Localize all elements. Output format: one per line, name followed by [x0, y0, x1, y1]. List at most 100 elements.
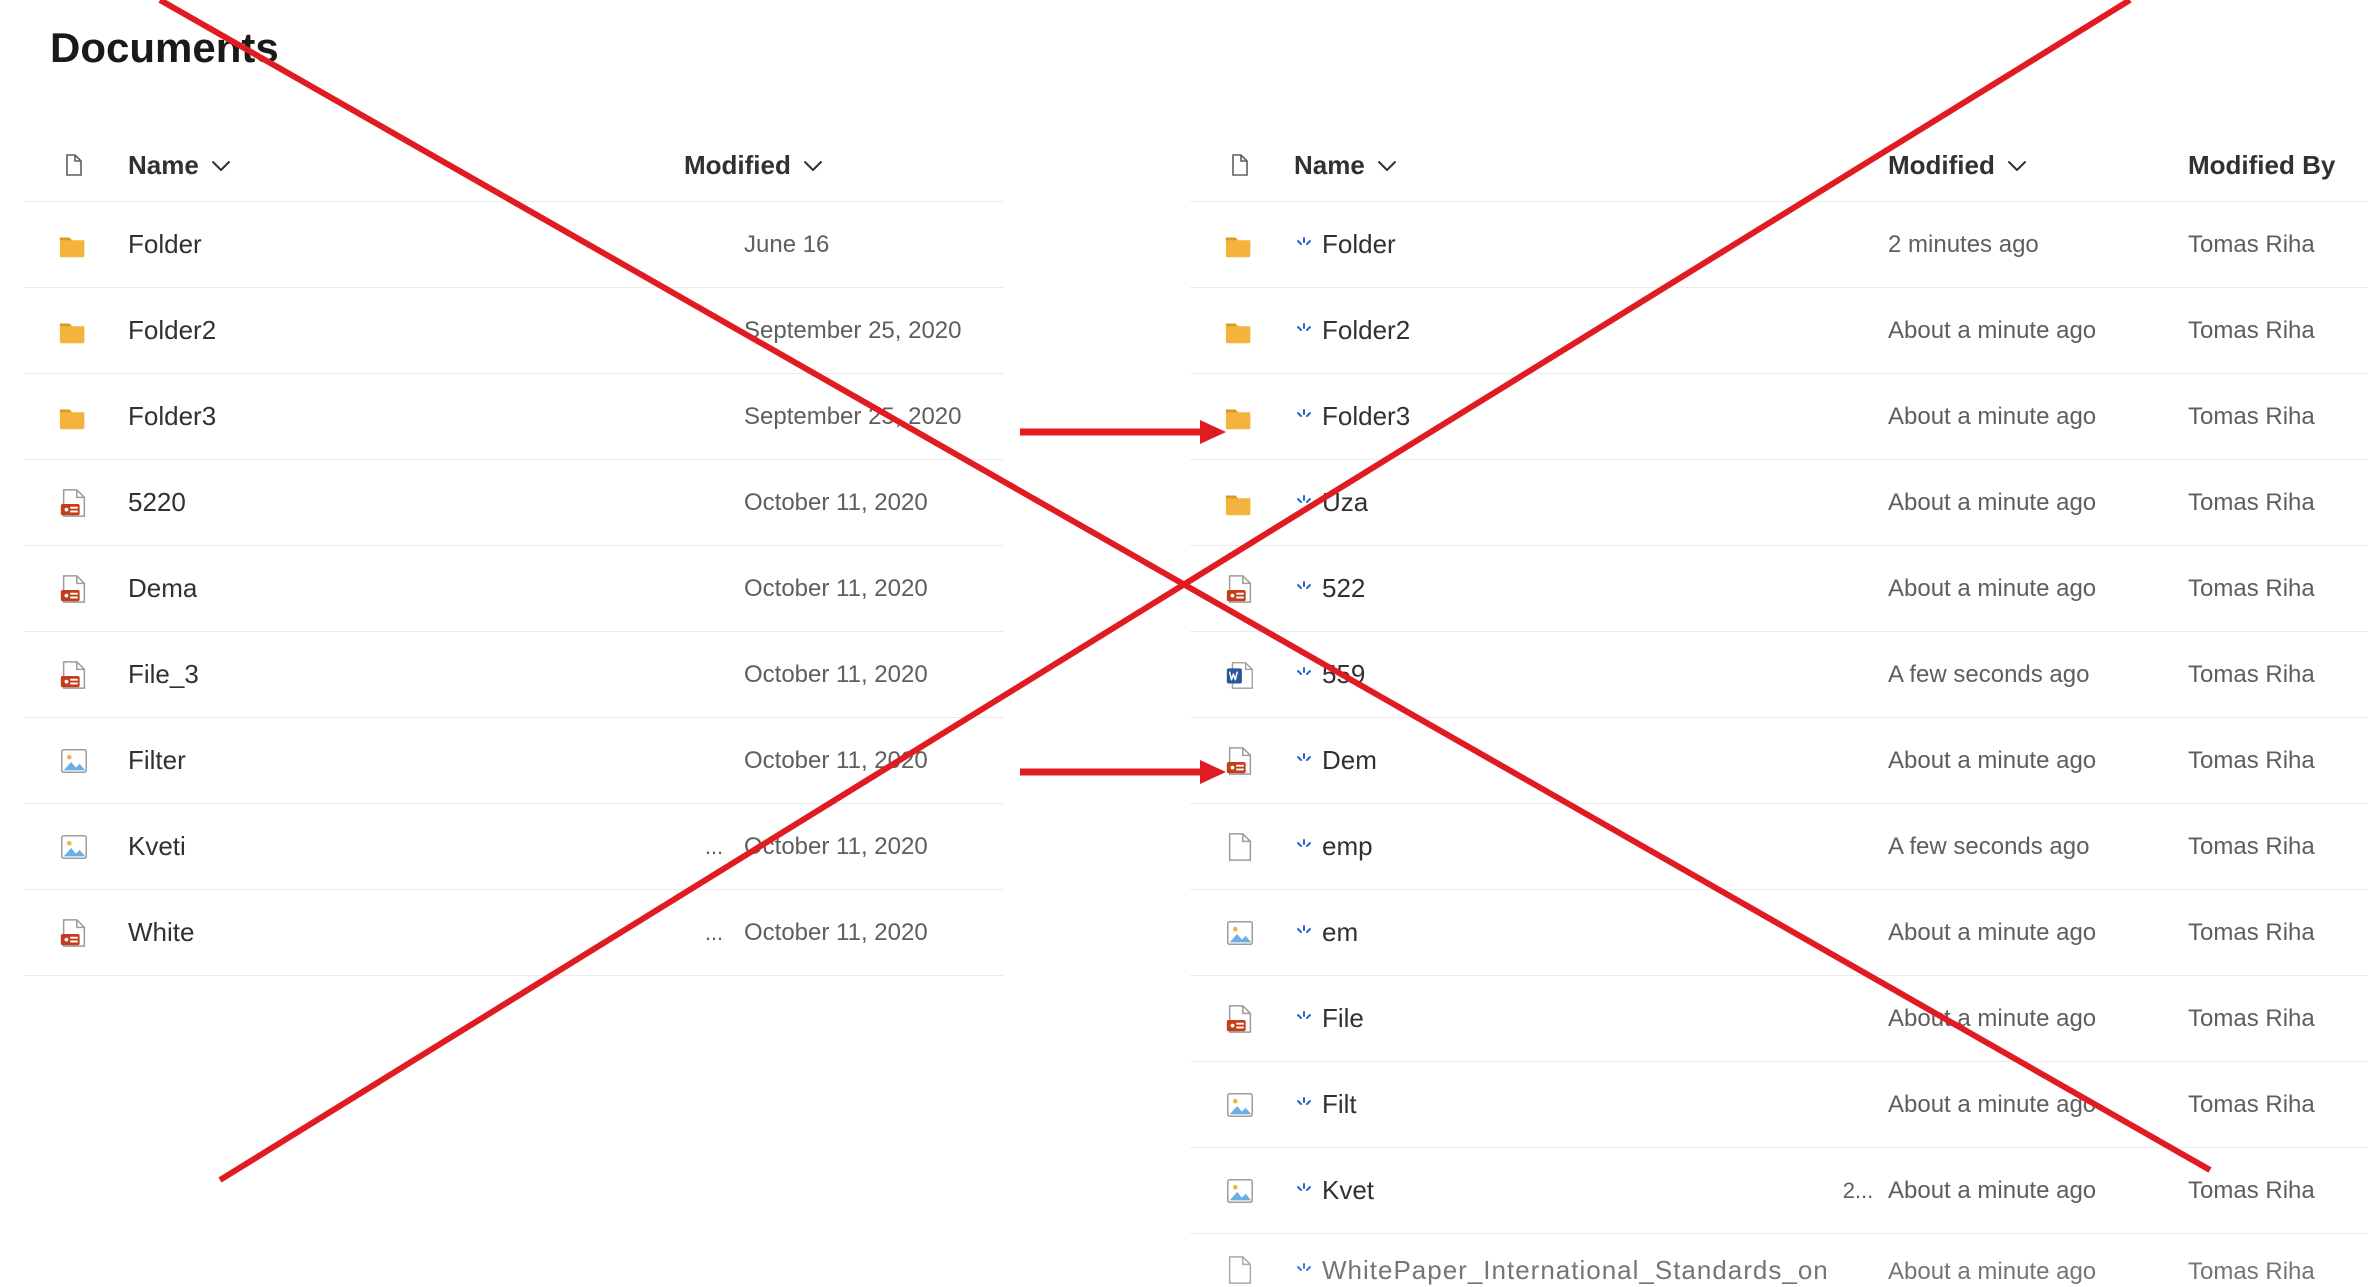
cell-modified-by: Tomas Riha: [2188, 489, 2368, 517]
file-name: Folder3: [1322, 401, 1410, 432]
table-row[interactable]: WhitePaper_International_Standards_on Abo…: [1190, 1234, 2368, 1286]
image-icon: [1190, 917, 1290, 949]
table-row[interactable]: FolderJune 16: [24, 202, 1004, 288]
cell-modified: A few seconds ago: [1888, 833, 2188, 861]
cell-name[interactable]: File_3: [124, 659, 684, 690]
cell-name[interactable]: White: [124, 917, 684, 948]
table-row[interactable]: FileAbout a minute agoTomas Riha: [1190, 976, 2368, 1062]
cell-modified-by: Tomas Riha: [2188, 833, 2368, 861]
image-icon: [1190, 1175, 1290, 1207]
table-row[interactable]: Folder2 About a minute agoTomas Riha: [1190, 288, 2368, 374]
file-type-icon: [1224, 150, 1256, 182]
loading-icon: [1294, 924, 1314, 942]
loading-icon: [1294, 1010, 1314, 1028]
column-header-type[interactable]: [1190, 150, 1290, 182]
file-type-icon: [58, 150, 90, 182]
table-header: Name Modified Modified By: [1190, 130, 2368, 202]
file-name: em: [1322, 917, 1358, 948]
cell-modified-by: Tomas Riha: [2188, 317, 2368, 345]
cell-modified: About a minute ago: [1888, 1005, 2188, 1033]
cell-name[interactable]: Filter: [124, 745, 684, 776]
cell-name[interactable]: Folder: [1290, 229, 1828, 260]
column-header-modified-by[interactable]: Modified By: [2188, 150, 2368, 181]
column-label: Modified: [1888, 150, 1995, 181]
cell-name[interactable]: Folder: [124, 229, 684, 260]
table-row[interactable]: Kvet2...About a minute agoTomas Riha: [1190, 1148, 2368, 1234]
cell-modified: About a minute ago: [1888, 489, 2188, 517]
table-row[interactable]: FiltAbout a minute agoTomas Riha: [1190, 1062, 2368, 1148]
cell-name[interactable]: Folder2: [124, 315, 684, 346]
cell-name[interactable]: Uza: [1290, 487, 1828, 518]
column-header-name[interactable]: Name: [1290, 150, 1888, 181]
column-header-modified[interactable]: Modified: [1888, 150, 2188, 181]
table-row[interactable]: Folder3September 25, 2020: [24, 374, 1004, 460]
file-name: emp: [1322, 831, 1373, 862]
table-row[interactable]: emp A few seconds agoTomas Riha: [1190, 804, 2368, 890]
table-row[interactable]: 522About a minute agoTomas Riha: [1190, 546, 2368, 632]
table-row[interactable]: Folder2 September 25, 2020: [24, 288, 1004, 374]
cell-name[interactable]: Filt: [1290, 1089, 1828, 1120]
cell-name[interactable]: 559: [1290, 659, 1828, 690]
table-row[interactable]: Folder3About a minute agoTomas Riha: [1190, 374, 2368, 460]
loading-icon: [1294, 494, 1314, 512]
table-row[interactable]: Kveti...October 11, 2020: [24, 804, 1004, 890]
table-row[interactable]: Folder2 minutes agoTomas Riha: [1190, 202, 2368, 288]
cell-name[interactable]: Folder2: [1290, 315, 1828, 346]
cell-modified: September 25, 2020: [744, 317, 1004, 345]
folder-icon: [24, 315, 124, 347]
cell-modified: About a minute ago: [1888, 1258, 2188, 1286]
loading-icon: [1294, 322, 1314, 340]
cell-name[interactable]: 522: [1290, 573, 1828, 604]
file-icon: [1190, 831, 1290, 863]
table-row[interactable]: File_3October 11, 2020: [24, 632, 1004, 718]
cell-modified: About a minute ago: [1888, 575, 2188, 603]
table-row[interactable]: Uza About a minute agoTomas Riha: [1190, 460, 2368, 546]
file-name: File: [1322, 1003, 1364, 1034]
column-header-name[interactable]: Name: [124, 150, 684, 181]
pdf-icon: [24, 659, 124, 691]
cell-name[interactable]: Dema: [124, 573, 684, 604]
folder-icon: [1190, 315, 1290, 347]
cell-name[interactable]: Dem: [1290, 745, 1828, 776]
cell-modified-by: Tomas Riha: [2188, 403, 2368, 431]
cell-name[interactable]: Kvet: [1290, 1175, 1828, 1206]
cell-modified: About a minute ago: [1888, 747, 2188, 775]
table-row[interactable]: 5220October 11, 2020: [24, 460, 1004, 546]
cell-name[interactable]: Kveti: [124, 831, 684, 862]
pdf-icon: [24, 573, 124, 605]
overflow-indicator[interactable]: ...: [684, 834, 744, 860]
folder-icon: [24, 401, 124, 433]
file-name: Folder2: [128, 315, 216, 346]
cell-name[interactable]: WhitePaper_International_Standards_on: [1290, 1255, 1828, 1286]
table-row[interactable]: 559A few seconds agoTomas Riha: [1190, 632, 2368, 718]
column-label: Modified By: [2188, 150, 2335, 180]
cell-modified-by: Tomas Riha: [2188, 747, 2368, 775]
file-name: Folder: [128, 229, 202, 260]
cell-name[interactable]: Folder3: [124, 401, 684, 432]
table-row[interactable]: Dem About a minute agoTomas Riha: [1190, 718, 2368, 804]
cell-name[interactable]: Folder3: [1290, 401, 1828, 432]
cell-name[interactable]: 5220: [124, 487, 684, 518]
file-list-right: Name Modified Modified By Folder2 minute…: [1190, 130, 2368, 1286]
table-row[interactable]: DemaOctober 11, 2020: [24, 546, 1004, 632]
loading-icon: [1294, 580, 1314, 598]
folder-icon: [1190, 401, 1290, 433]
pdf-icon: [24, 917, 124, 949]
chevron-down-icon: [801, 155, 825, 177]
table-row[interactable]: White...October 11, 2020: [24, 890, 1004, 976]
table-row[interactable]: FilterOctober 11, 2020: [24, 718, 1004, 804]
table-row[interactable]: emAbout a minute agoTomas Riha: [1190, 890, 2368, 976]
cell-modified-by: Tomas Riha: [2188, 661, 2368, 689]
overflow-indicator[interactable]: 2...: [1828, 1178, 1888, 1204]
file-name: Folder3: [128, 401, 216, 432]
cell-name[interactable]: em: [1290, 917, 1828, 948]
loading-icon: [1294, 1262, 1314, 1280]
pdf-icon: [24, 487, 124, 519]
cell-name[interactable]: emp: [1290, 831, 1828, 862]
file-name: Filter: [128, 745, 186, 776]
column-header-modified[interactable]: Modified: [684, 150, 1004, 181]
cell-modified: About a minute ago: [1888, 317, 2188, 345]
cell-name[interactable]: File: [1290, 1003, 1828, 1034]
overflow-indicator[interactable]: ...: [684, 920, 744, 946]
column-header-type[interactable]: [24, 150, 124, 182]
